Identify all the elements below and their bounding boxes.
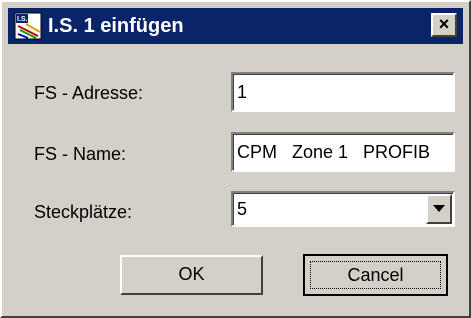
slots-label: Steckplätze: [34,202,133,222]
close-icon: × [438,14,450,34]
name-field[interactable]: CPM Zone 1 PROFIB [231,132,455,172]
address-field[interactable]: 1 [231,72,455,112]
cancel-button[interactable]: Cancel [303,254,448,296]
is-app-icon: I.S. [14,12,42,40]
ok-button[interactable]: OK [120,255,263,295]
window-title: I.S. 1 einfügen [48,15,184,37]
dialog-window: I.S. I.S. 1 einfügen × FS - Adresse: 1 F… [0,0,471,318]
title-bar[interactable]: I.S. I.S. 1 einfügen × [8,8,463,44]
name-label: FS - Name: [34,144,127,164]
address-label: FS - Adresse: [34,83,144,103]
slots-select[interactable]: 5 [231,191,455,227]
chevron-down-icon[interactable] [426,194,452,224]
slots-select-value: 5 [237,199,248,219]
cancel-button-label: Cancel [310,261,441,289]
svg-text:I.S.: I.S. [17,16,28,23]
close-button[interactable]: × [431,13,457,37]
